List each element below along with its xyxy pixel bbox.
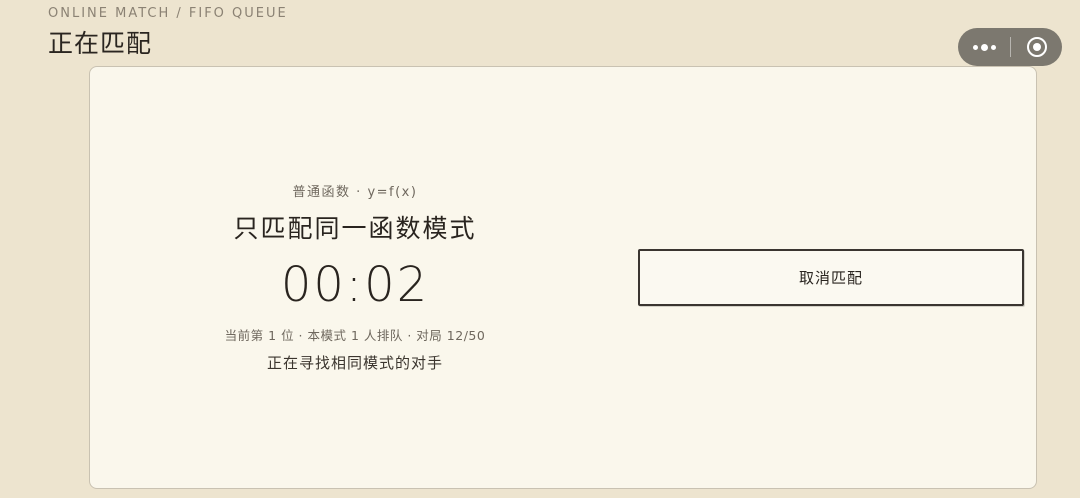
page-eyebrow: ONLINE MATCH / FIFO QUEUE [48, 6, 288, 21]
cancel-match-button[interactable]: 取消匹配 [638, 249, 1024, 306]
target-close-icon [1026, 37, 1047, 57]
match-timer: 00:02 [280, 257, 430, 313]
page-title: 正在匹配 [48, 29, 153, 58]
mode-title: 只匹配同一函数模式 [233, 214, 477, 243]
more-dots-icon-right [990, 44, 996, 50]
mini-program-capsule [958, 28, 1062, 66]
match-status: 正在寻找相同模式的对手 [266, 354, 443, 372]
queue-info: 当前第 1 位 · 本模式 1 人排队 · 对局 12/50 [224, 328, 486, 343]
more-dots-icon-center [980, 43, 988, 51]
more-button[interactable] [958, 28, 1010, 66]
match-info: 普通函数 · y=f(x) 只匹配同一函数模式 00:02 当前第 1 位 · … [90, 67, 620, 488]
more-dots-icon [972, 44, 978, 50]
mode-subtitle: 普通函数 · y=f(x) [292, 185, 418, 200]
close-button[interactable] [1011, 28, 1062, 66]
match-card: 普通函数 · y=f(x) 只匹配同一函数模式 00:02 当前第 1 位 · … [89, 66, 1037, 489]
